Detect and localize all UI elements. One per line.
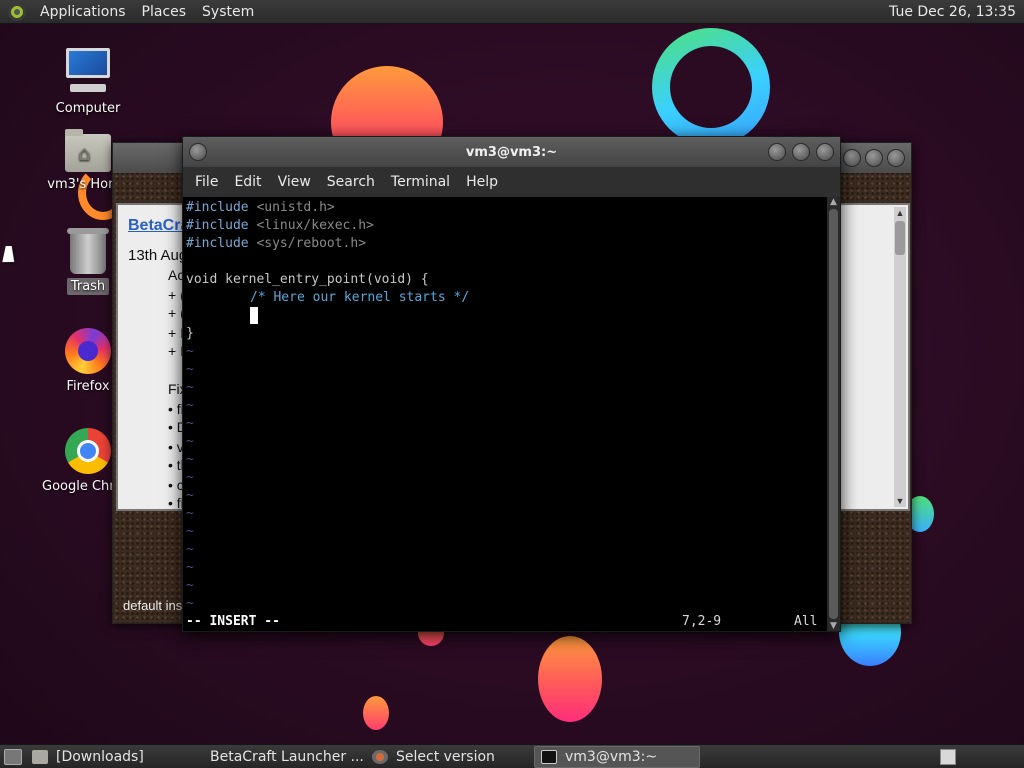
empty-line-marker: ~: [186, 434, 194, 449]
scroll-up-arrow-icon[interactable]: ▲: [827, 197, 840, 207]
terminal-window[interactable]: vm3@vm3:~ File Edit View Search Terminal…: [182, 136, 841, 632]
menu-search[interactable]: Search: [319, 174, 383, 190]
minimize-button[interactable]: [843, 149, 861, 167]
bottom-taskbar: [Downloads] BetaCraft Launcher ... Selec…: [0, 744, 1024, 768]
empty-line-marker: ~: [186, 452, 194, 467]
task-downloads[interactable]: [Downloads]: [26, 746, 194, 768]
close-button[interactable]: [887, 149, 905, 167]
terminal-menubar: File Edit View Search Terminal Help: [183, 167, 840, 197]
menu-help[interactable]: Help: [458, 174, 506, 190]
code-line: #include <unistd.h>: [186, 200, 335, 215]
scroll-position-indicator: All: [794, 614, 818, 629]
code-line: void kernel_entry_point(void) {: [186, 272, 429, 287]
desktop-icon-label: Firefox: [66, 379, 110, 394]
install-path-label: default ins: [123, 598, 183, 613]
terminal-title: vm3@vm3:~: [465, 144, 558, 160]
minimize-button[interactable]: [768, 143, 786, 161]
terminal-titlebar[interactable]: vm3@vm3:~: [183, 137, 840, 167]
scroll-down-arrow-icon[interactable]: ▼: [894, 495, 906, 507]
window-controls: [843, 149, 905, 167]
empty-line-marker: ~: [186, 578, 194, 593]
system-menu[interactable]: System: [194, 4, 262, 20]
task-label: Select version: [396, 748, 495, 765]
menu-terminal[interactable]: Terminal: [383, 174, 458, 190]
vim-mode-indicator: -- INSERT --: [186, 614, 280, 629]
empty-line-marker: ~: [186, 344, 194, 359]
window-menu-button[interactable]: [189, 143, 207, 161]
os-logo-icon[interactable]: [8, 2, 26, 21]
close-button[interactable]: [816, 143, 834, 161]
java-icon: [372, 749, 388, 764]
code-line: #include <linux/kexec.h>: [186, 218, 374, 233]
text-cursor: [250, 307, 258, 324]
changelog-scrollbar[interactable]: ▲ ▼: [894, 207, 906, 507]
applications-menu[interactable]: Applications: [32, 4, 134, 20]
empty-line-marker: ~: [186, 380, 194, 395]
terminal-icon: [541, 749, 557, 764]
chrome-icon: [65, 428, 111, 474]
task-betacraft-launcher[interactable]: BetaCraft Launcher ...: [196, 746, 364, 768]
empty-line-marker: ~: [186, 362, 194, 377]
scroll-up-arrow-icon[interactable]: ▲: [894, 207, 906, 219]
empty-line-marker: ~: [186, 524, 194, 539]
empty-line-marker: ~: [186, 596, 194, 611]
wallpaper-orange-blob: [538, 636, 602, 722]
empty-line-marker: ~: [186, 542, 194, 557]
empty-line-marker: ~: [186, 416, 194, 431]
top-panel: Applications Places System Tue Dec 26, 1…: [0, 0, 1024, 24]
task-label: BetaCraft Launcher ...: [210, 748, 364, 765]
menu-view[interactable]: View: [270, 174, 319, 190]
folder-icon: [32, 749, 48, 764]
maximize-button[interactable]: [865, 149, 883, 167]
code-comment-line: /* Here our kernel starts */: [250, 290, 470, 305]
menu-edit[interactable]: Edit: [226, 174, 269, 190]
terminal-scrollbar[interactable]: ▲ ▼: [827, 197, 840, 631]
task-terminal[interactable]: vm3@vm3:~: [534, 745, 700, 768]
show-desktop-icon[interactable]: [4, 748, 22, 765]
task-label: [Downloads]: [56, 748, 144, 765]
computer-icon: [64, 46, 112, 96]
menu-file[interactable]: File: [187, 174, 226, 190]
terminal-text-area[interactable]: #include <unistd.h> #include <linux/kexe…: [183, 197, 827, 631]
empty-line-marker: ~: [186, 488, 194, 503]
panel-clock[interactable]: Tue Dec 26, 13:35: [889, 4, 1024, 20]
trash-icon: [67, 228, 109, 274]
task-select-version[interactable]: Select version: [366, 746, 532, 768]
news-date: 13th Aug: [128, 247, 188, 264]
window-controls: [768, 143, 834, 161]
wallpaper-green-ring: [652, 28, 770, 146]
firefox-icon: [65, 328, 111, 374]
scrollbar-thumb[interactable]: [895, 221, 905, 255]
code-line: #include <sys/reboot.h>: [186, 236, 367, 251]
code-line: }: [186, 326, 194, 341]
home-folder-icon: ⌂: [65, 129, 111, 172]
empty-line-marker: ~: [186, 506, 194, 521]
cursor-position-indicator: 7,2-9: [682, 614, 722, 629]
empty-line-marker: ~: [186, 470, 194, 485]
task-label: vm3@vm3:~: [565, 748, 658, 765]
workspace-switcher[interactable]: [940, 748, 956, 765]
maximize-button[interactable]: [792, 143, 810, 161]
wallpaper-orange-blob: [363, 696, 389, 730]
empty-line-marker: ~: [186, 398, 194, 413]
places-menu[interactable]: Places: [134, 4, 195, 20]
desktop-icon-label: Computer: [55, 101, 121, 116]
empty-line-marker: ~: [186, 560, 194, 575]
desktop-icon-label: Trash: [66, 278, 110, 295]
scrollbar-thumb[interactable]: [829, 209, 838, 619]
desktop-icon-computer[interactable]: Computer: [38, 46, 138, 117]
scroll-down-arrow-icon[interactable]: ▼: [827, 621, 840, 631]
